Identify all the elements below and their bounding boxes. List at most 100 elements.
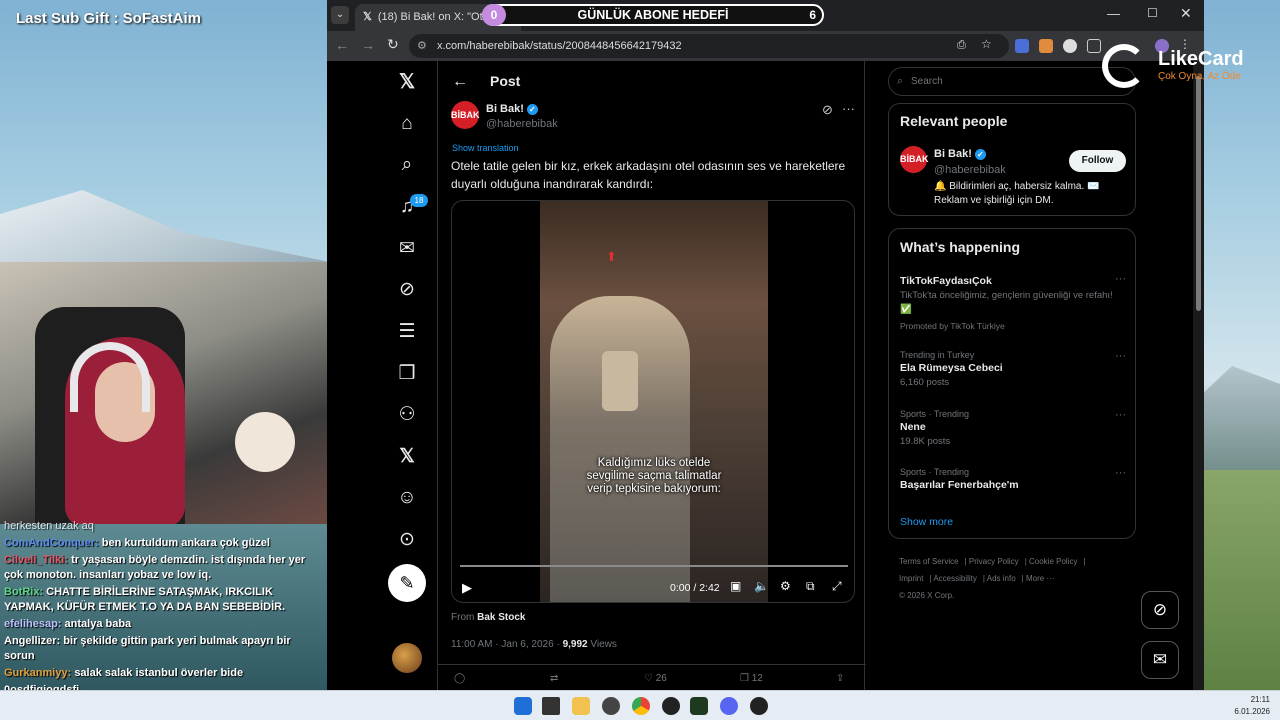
communities-icon[interactable]: ⚇	[395, 403, 419, 427]
install-icon[interactable]: ⎙	[957, 39, 971, 53]
grok-icon[interactable]: ⊘	[395, 278, 419, 302]
footer-link[interactable]: Imprint	[899, 574, 923, 583]
tab-bar: ⌄ 𝕏(18) Bi Bak! on X: "Otele tatile + — …	[327, 0, 1204, 31]
repost-icon[interactable]: ⇄	[550, 673, 558, 684]
obs-icon[interactable]	[602, 697, 620, 715]
compose-icon[interactable]: ✎	[388, 564, 426, 602]
footer-link[interactable]: More ···	[1026, 574, 1054, 583]
minimize-icon[interactable]: —	[1107, 6, 1120, 21]
more-options-icon[interactable]: ···	[842, 101, 855, 116]
search-icon[interactable]: ⌕	[395, 153, 419, 177]
chat-message: herkesten uzak aq	[4, 520, 94, 532]
x-premium-icon[interactable]: 𝕏	[395, 445, 419, 469]
pip-icon[interactable]: ⧉	[806, 579, 815, 594]
site-info-icon[interactable]: ⚙	[417, 34, 427, 58]
settings-icon[interactable]: ⚙	[780, 579, 791, 593]
bookmark-icon[interactable]: ❒	[395, 362, 419, 386]
tray-clock[interactable]: 21:11 6.01.2026	[1234, 694, 1270, 718]
chrome-icon[interactable]	[632, 697, 650, 715]
bookmark-star-icon[interactable]: ☆	[981, 37, 995, 51]
post-text: Otele tatile gelen bir kız, erkek arkada…	[451, 159, 846, 191]
extensions-puzzle-icon[interactable]	[1087, 39, 1101, 53]
video-progress-bar[interactable]	[460, 565, 848, 567]
file-explorer-icon[interactable]	[572, 697, 590, 715]
trend-item[interactable]: Sports · Trending Başarılar Fenerbahçe'm…	[900, 467, 1126, 491]
video-frame: ⬆	[540, 201, 768, 602]
search-input[interactable]: ⌕ Search	[888, 67, 1136, 96]
author-name[interactable]: Bi Bak! ✓	[486, 103, 538, 115]
plush-toy	[235, 412, 295, 472]
grok-float-button[interactable]: ⊘	[1141, 591, 1179, 629]
more-circle-icon[interactable]: ⊙	[395, 528, 419, 552]
play-icon[interactable]: ▶	[462, 580, 472, 596]
trend-more-icon[interactable]: ···	[1115, 467, 1126, 479]
extension-icon[interactable]	[1039, 39, 1053, 53]
x-sidebar-nav: 𝕏 ⌂ ⌕ ♫ 18 ✉ ⊘ ☰ ❒ ⚇ 𝕏 ☺ ⊙ ✎	[367, 61, 447, 690]
trend-item[interactable]: Sports · Trending Nene 19.8K posts ···	[900, 409, 1126, 449]
tab-search-button[interactable]: ⌄	[331, 6, 349, 24]
like-button[interactable]: ♡ 26	[644, 673, 667, 684]
relevant-bio: 🔔 Bildirimleri aç, habersiz kalma. ✉️ Re…	[934, 181, 1100, 206]
app-g2-icon[interactable]	[750, 697, 768, 715]
footer-link[interactable]: Accessibility	[933, 574, 977, 583]
extension-translate-icon[interactable]	[1015, 39, 1029, 53]
last-sub-gift-text: Last Sub Gift : SoFastAim	[16, 10, 202, 27]
author-handle[interactable]: @haberebibak	[486, 118, 558, 130]
trend-more-icon[interactable]: ···	[1115, 409, 1126, 421]
subscriber-goal-overlay: 0 GÜNLÜK ABONE HEDEFİ 6	[482, 4, 824, 26]
relevant-name[interactable]: Bi Bak! ✓	[934, 148, 986, 160]
home-icon[interactable]: ⌂	[395, 112, 419, 136]
list-icon[interactable]: ☰	[395, 320, 419, 344]
grok-explain-icon[interactable]: ⊘	[822, 102, 833, 118]
trend-item[interactable]: TikTokFaydasıÇok TikTok'ta önceliğimiz, …	[900, 273, 1126, 333]
footer-link[interactable]: Privacy Policy	[969, 557, 1019, 566]
x-logo-icon[interactable]: 𝕏	[395, 70, 419, 94]
follow-button[interactable]: Follow	[1069, 150, 1126, 172]
chat-message: BotRix: CHATTE BİRİLERİNE SATAŞMAK, IRKC…	[4, 586, 286, 613]
chat-message: Cilveli_Tilki: tr yaşasan böyle demzdin.…	[4, 554, 306, 581]
page-scrollbar[interactable]	[1193, 61, 1204, 690]
reply-icon[interactable]: ◯	[454, 673, 465, 684]
likecard-logo: LikeCard Çok Oyna, Az Öde	[1100, 42, 1260, 92]
trend-item[interactable]: Trending in Turkey Ela Rümeysa Cebeci 6,…	[900, 350, 1126, 390]
mail-icon[interactable]: ✉	[395, 237, 419, 261]
media-source-link[interactable]: Bak Stock	[477, 612, 525, 623]
task-view-icon[interactable]	[542, 697, 560, 715]
author-avatar[interactable]: BİBAK	[451, 101, 480, 129]
close-icon[interactable]: ✕	[1180, 5, 1192, 22]
fullscreen-icon[interactable]: ⤢	[832, 579, 842, 594]
app-g-icon[interactable]	[662, 697, 680, 715]
video-person	[550, 296, 690, 602]
back-arrow-icon[interactable]: ←	[452, 73, 468, 91]
footer-link[interactable]: Terms of Service	[899, 557, 959, 566]
scrollbar-thumb[interactable]	[1196, 76, 1201, 311]
captions-icon[interactable]: ▣	[730, 579, 741, 593]
footer-link[interactable]: Cookie Policy	[1029, 557, 1077, 566]
extension-snap-icon[interactable]	[1063, 39, 1077, 53]
footer-link[interactable]: Ads info	[987, 574, 1016, 583]
trend-more-icon[interactable]: ···	[1115, 350, 1126, 362]
show-more-link[interactable]: Show more	[900, 516, 953, 528]
app-green-icon[interactable]	[690, 697, 708, 715]
bookmark-button[interactable]: ❒ 12	[740, 673, 763, 684]
post-actions: ◯ ⇄ ♡ 26 ❒ 12 ⇪	[438, 664, 866, 690]
forward-icon[interactable]: →	[361, 37, 375, 53]
account-avatar[interactable]	[392, 643, 422, 673]
windows-start-icon[interactable]	[514, 697, 532, 715]
reload-icon[interactable]: ↻	[387, 36, 399, 53]
show-translation-link[interactable]: Show translation	[452, 143, 519, 153]
share-icon[interactable]: ⇪	[836, 673, 844, 684]
back-icon[interactable]: ←	[335, 37, 349, 53]
relevant-avatar[interactable]: BİBAK	[900, 146, 929, 173]
video-player[interactable]: ⬆ Kaldığımız lüks otelde sevgilime saçma…	[451, 200, 855, 603]
messages-float-button[interactable]: ✉	[1141, 641, 1179, 679]
trend-more-icon[interactable]: ···	[1115, 273, 1126, 285]
chat-message: Angellizer: bir şekilde gittin park yeri…	[4, 635, 291, 662]
volume-icon[interactable]: 🔈	[754, 579, 769, 593]
maximize-icon[interactable]: ☐	[1147, 6, 1158, 20]
discord-icon[interactable]	[720, 697, 738, 715]
elevator-arrow-icon: ⬆	[606, 249, 617, 264]
relevant-handle[interactable]: @haberebibak	[934, 164, 1006, 176]
url-input[interactable]: ⚙ x.com/haberebibak/status/2008448456642…	[409, 34, 1009, 58]
person-icon[interactable]: ☺	[395, 486, 419, 510]
